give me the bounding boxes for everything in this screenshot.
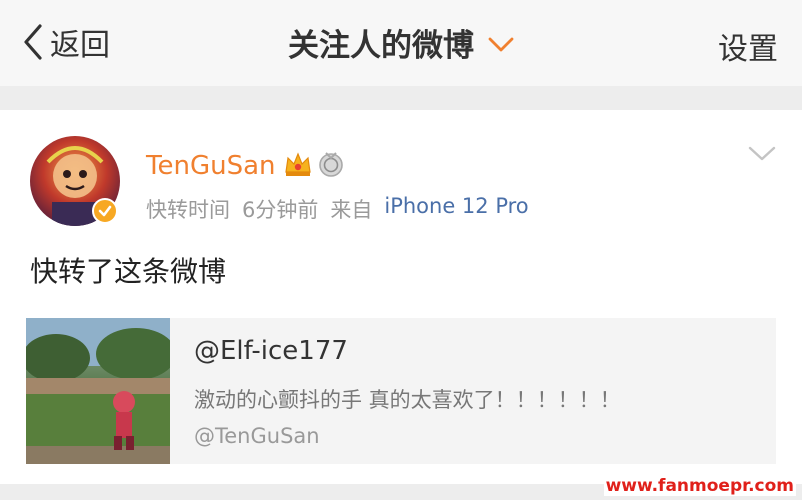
crown-icon xyxy=(283,150,313,182)
quoted-author[interactable]: @Elf-ice177 xyxy=(194,336,348,366)
chevron-down-icon xyxy=(474,25,514,61)
page-title: 关注人的微博 xyxy=(288,28,474,64)
repost-type-label: 快转时间 xyxy=(146,198,230,222)
source-device-link[interactable]: iPhone 12 Pro xyxy=(384,194,528,224)
source-prefix: 来自 xyxy=(330,198,373,222)
post-text: 快转了这条微博 xyxy=(30,255,227,288)
medal-icon xyxy=(317,150,345,182)
feed-post-card[interactable]: TenGuSan 快转时间 6分钟前 来自 iPhone 12 Pro 快转了这… xyxy=(0,110,802,484)
page-title-wrap: 关注人的微博 xyxy=(0,20,802,65)
username-link[interactable]: TenGuSan xyxy=(146,151,275,181)
post-menu-chevron-icon[interactable] xyxy=(748,146,776,166)
post-time: 6分钟前 xyxy=(242,198,319,222)
top-navbar: 返回 关注人的微博 设置 xyxy=(0,0,802,86)
quoted-mention[interactable]: @TenGuSan xyxy=(194,424,320,448)
avatar[interactable] xyxy=(30,136,120,226)
username-row: TenGuSan xyxy=(146,148,345,184)
quoted-post-thumbnail[interactable] xyxy=(26,318,170,464)
watermark: www.fanmoepr.com xyxy=(603,476,796,496)
feed-selector[interactable]: 关注人的微博 xyxy=(288,20,514,65)
settings-button[interactable]: 设置 xyxy=(718,24,778,68)
post-meta: 快转时间 6分钟前 来自 iPhone 12 Pro xyxy=(146,194,529,224)
verified-badge-icon xyxy=(92,198,118,224)
quoted-text: 激动的心颤抖的手 真的太喜欢了！！！！！！ xyxy=(194,388,621,412)
quoted-post[interactable]: @Elf-ice177 激动的心颤抖的手 真的太喜欢了！！！！！！ @TenGu… xyxy=(26,318,776,464)
section-divider xyxy=(0,86,802,110)
